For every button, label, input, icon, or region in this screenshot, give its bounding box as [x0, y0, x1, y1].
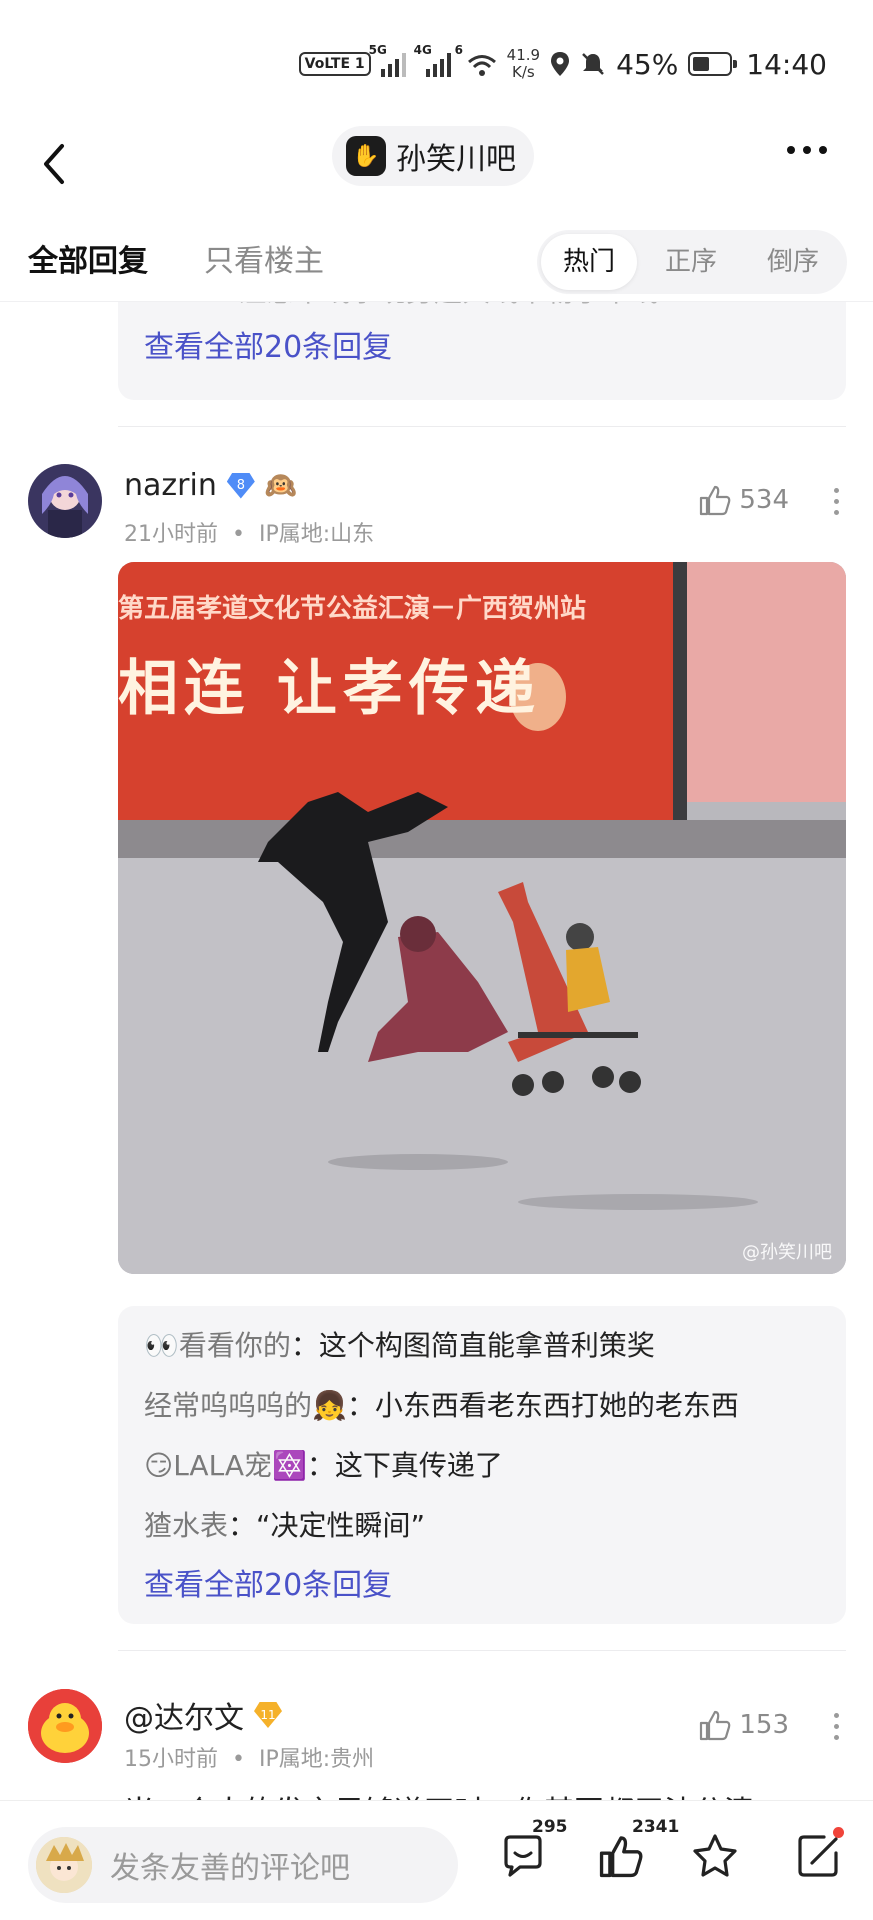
thumbs-up-icon [700, 485, 731, 516]
volte-icon: VoLTE 1 [298, 52, 371, 76]
like-post-button[interactable]: 2341 [596, 1817, 679, 1885]
divider [118, 426, 846, 427]
reply-filter-bar: 全部回复 只看楼主 热门 正序 倒序 [0, 226, 873, 302]
star-icon [693, 1834, 737, 1877]
image-watermark: @孙笑川吧 [742, 1242, 832, 1263]
signal-5g-icon: 5G [369, 43, 406, 77]
tab-op-only[interactable]: 只看楼主 [204, 236, 324, 280]
sub-reply: 👀看看你的：这个构图简直能拿普利策奖 [144, 1329, 655, 1362]
view-all-replies-link[interactable]: 查看全部20条回复 [118, 1556, 846, 1616]
clock: 14:40 [746, 47, 827, 81]
user-avatar[interactable] [28, 464, 102, 538]
like-button[interactable]: 153 [697, 1707, 789, 1743]
battery-icon [688, 52, 738, 76]
reply-post: nazrin 8 🙉 21小时前 • IP属地:山东 534 第五届孝道文化节公… [0, 462, 873, 1624]
more-options-icon[interactable] [787, 146, 827, 154]
sort-descending-button[interactable]: 倒序 [745, 230, 841, 294]
sub-reply: 猹水表：“决定性瞬间” [144, 1509, 426, 1542]
thumbs-up-icon [700, 1710, 731, 1741]
post-more-icon[interactable] [834, 1713, 839, 1740]
level-badge-icon: 8 [226, 472, 255, 499]
post-more-icon[interactable] [834, 488, 839, 515]
prev-reply-box: wind：注意末线李现身超大线本物子中线 查看全部20条回复 [118, 302, 846, 400]
like-count: 153 [739, 1710, 789, 1740]
user-avatar[interactable] [28, 1689, 102, 1763]
bottom-action-bar: 发条友善的评论吧 295 2341 [0, 1800, 873, 1920]
battery-percent: 45% [616, 47, 679, 81]
comment-count: 295 [532, 1817, 568, 1837]
divider [118, 1650, 846, 1651]
share-edit-icon [798, 1835, 838, 1877]
post-meta: 21小时前 • IP属地:山东 [124, 522, 375, 547]
sub-reply: 😏LALA宠🔯：这下真传递了 [144, 1449, 503, 1482]
comment-bubble-icon [504, 1835, 542, 1877]
comment-input[interactable]: 发条友善的评论吧 [28, 1827, 458, 1903]
thumbs-up-icon [599, 1836, 643, 1878]
forum-name: 孙笑川吧 [396, 142, 516, 177]
sub-reply: 经常呜呜呜的👧：小东西看老东西打她的老东西 [144, 1389, 739, 1422]
forum-chip[interactable]: ✋ 孙笑川吧 [332, 126, 534, 186]
view-all-replies-link[interactable]: 查看全部20条回复 [118, 318, 846, 378]
my-avatar [36, 1837, 92, 1893]
reply-post: @达尔文 11 15小时前•IP属地:贵州 153 当一个人的发言足够道正时，你… [0, 1687, 873, 1802]
post-time: 21小时前 [124, 522, 218, 547]
status-bar: VoLTE 1 5G 4G 6 41.9 K/s 45% 14:40 [0, 0, 873, 120]
username[interactable]: @达尔文 [124, 1693, 244, 1737]
sub-reply-box[interactable]: 👀看看你的：这个构图简直能拿普利策奖 经常呜呜呜的👧：小东西看老东西打她的老东西… [118, 1306, 846, 1624]
mute-bell-icon [582, 53, 604, 75]
level-badge-icon: 11 [254, 1702, 282, 1728]
notification-dot [833, 1827, 844, 1838]
like-total: 2341 [632, 1817, 680, 1837]
reply-list[interactable]: wind：注意末线李现身超大线本物子中线 查看全部20条回复 nazrin 8 … [0, 302, 873, 1802]
signal-4g-icon: 4G [414, 43, 451, 77]
like-button[interactable]: 534 [697, 482, 789, 518]
forum-hand-icon: ✋ [346, 136, 386, 176]
banner-text: 第五届孝道文化节公益汇演－广西贺州站 [118, 594, 587, 624]
fan-badge-icon: 🙉 [264, 470, 298, 501]
favorite-button[interactable] [690, 1831, 740, 1885]
post-time: 15小时前 [124, 1747, 218, 1772]
comment-placeholder: 发条友善的评论吧 [110, 1851, 350, 1886]
tab-all-replies[interactable]: 全部回复 [28, 236, 148, 280]
banner-slogan: 相连 让孝传递 [118, 654, 541, 724]
top-navigation-bar: ✋ 孙笑川吧 [0, 120, 873, 230]
ip-location: IP属地:贵州 [258, 1747, 375, 1772]
like-count: 534 [739, 485, 789, 515]
username[interactable]: nazrin [124, 468, 217, 503]
sort-toggle: 热门 正序 倒序 [537, 230, 847, 294]
share-button[interactable] [794, 1827, 844, 1885]
wifi-icon: 6 [455, 43, 497, 77]
prev-reply-partial: wind：注意末线李现身超大线本物子中线 [118, 302, 846, 318]
post-meta: 15小时前 • IP属地:贵州 [124, 1747, 375, 1772]
sort-ascending-button[interactable]: 正序 [643, 230, 739, 294]
network-speed: 41.9 K/s [506, 46, 541, 81]
ip-location: IP属地:山东 [258, 522, 375, 547]
back-arrow-icon[interactable] [34, 132, 74, 196]
sort-hot-button[interactable]: 热门 [541, 234, 637, 290]
comments-button[interactable]: 295 [498, 1817, 568, 1885]
post-image[interactable]: 第五届孝道文化节公益汇演－广西贺州站 相连 让孝传递 @孙笑川吧 [118, 562, 846, 1274]
location-icon [551, 52, 570, 76]
